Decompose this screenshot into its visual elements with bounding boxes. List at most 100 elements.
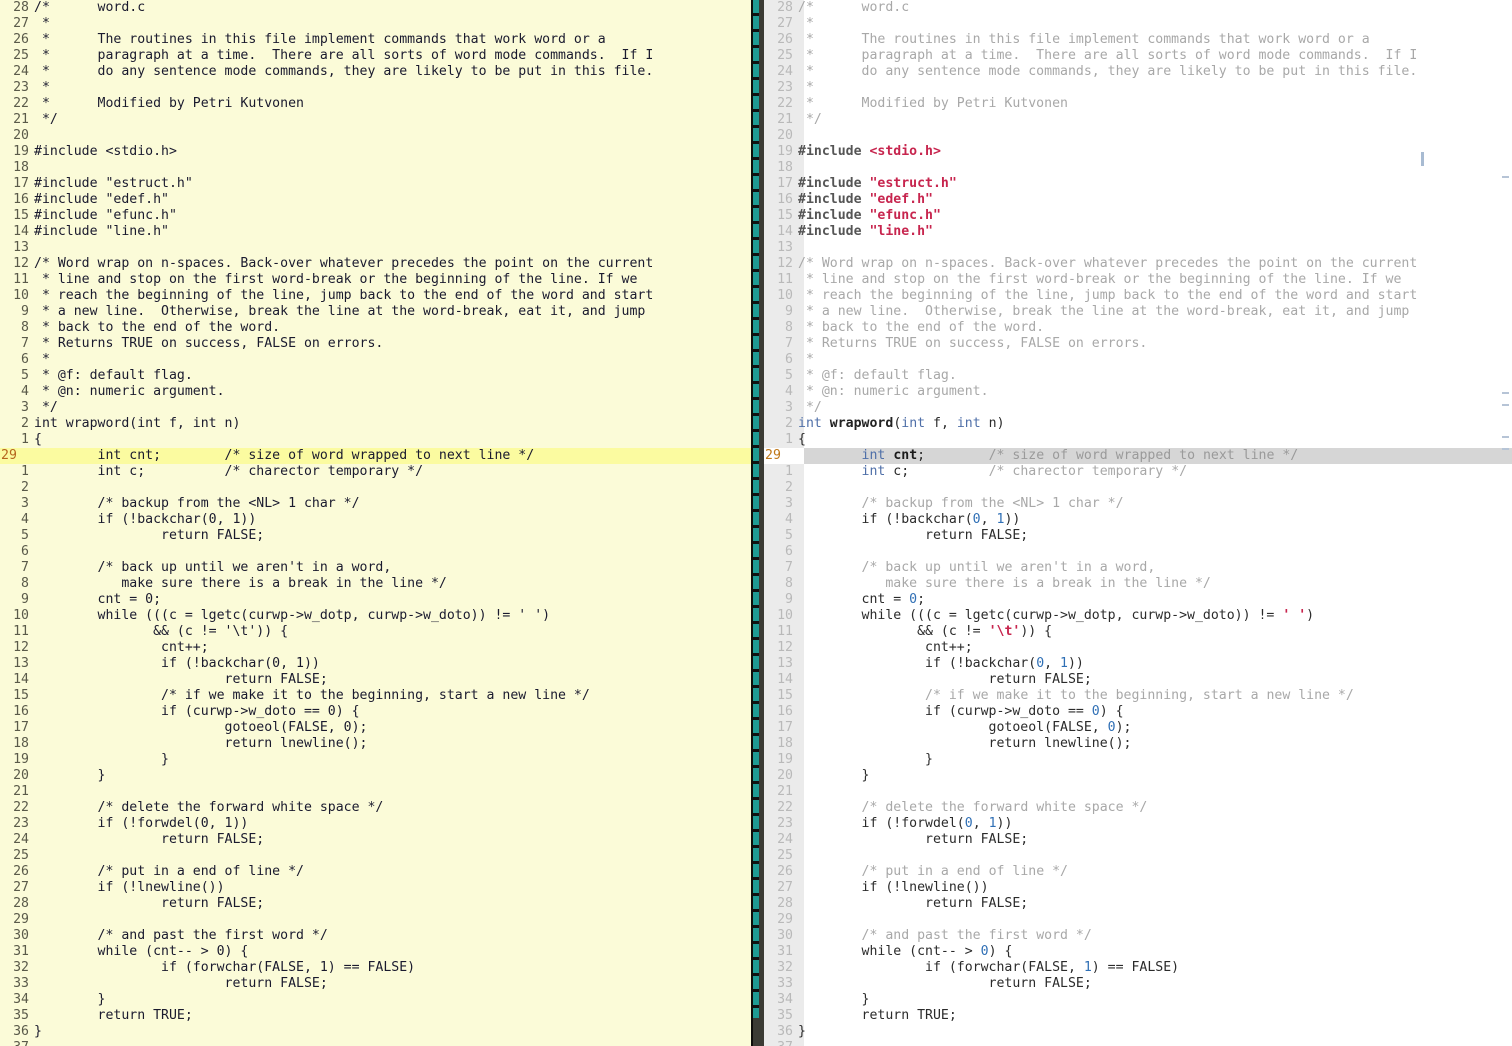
code-line[interactable]: 22 * Modified by Petri Kutvonen bbox=[0, 96, 751, 112]
code-line[interactable]: 9 cnt = 0; bbox=[764, 592, 1512, 608]
code-line[interactable]: 19 } bbox=[0, 752, 751, 768]
code-line[interactable]: 21 */ bbox=[0, 112, 751, 128]
code-line[interactable]: 10 while (((c = lgetc(curwp->w_dotp, cur… bbox=[764, 608, 1512, 624]
code-line[interactable]: 31 while (cnt-- > 0) { bbox=[0, 944, 751, 960]
code-line[interactable]: 25 bbox=[0, 848, 751, 864]
code-line[interactable]: 23 if (!forwdel(0, 1)) bbox=[764, 816, 1512, 832]
code-line[interactable]: 8 * back to the end of the word. bbox=[0, 320, 751, 336]
code-line[interactable]: 10 * reach the beginning of the line, ju… bbox=[0, 288, 751, 304]
code-line[interactable]: 12 cnt++; bbox=[0, 640, 751, 656]
code-line[interactable]: 35 return TRUE; bbox=[0, 1008, 751, 1024]
code-line[interactable]: 1{ bbox=[764, 432, 1512, 448]
code-line[interactable]: 20 bbox=[0, 128, 751, 144]
plain-text-pane[interactable]: 28/* word.c 27 * 26 * The routines in this… bbox=[0, 0, 751, 1046]
code-line[interactable]: 3 /* backup from the <NL> 1 char */ bbox=[0, 496, 751, 512]
code-line[interactable]: 4 if (!backchar(0, 1)) bbox=[0, 512, 751, 528]
code-line[interactable]: 6 bbox=[764, 544, 1512, 560]
code-line[interactable]: 12 /* Word wrap on n-spaces. Back-over wh… bbox=[764, 256, 1512, 272]
code-line[interactable]: 20 } bbox=[764, 768, 1512, 784]
code-line[interactable]: 34 } bbox=[764, 992, 1512, 1008]
code-line[interactable]: 8 make sure there is a break in the line… bbox=[0, 576, 751, 592]
code-line[interactable]: 25 * paragraph at a time. There are all … bbox=[764, 48, 1512, 64]
code-line[interactable]: 19 #include <stdio.h> bbox=[0, 144, 751, 160]
code-line[interactable]: 28 return FALSE; bbox=[764, 896, 1512, 912]
code-line[interactable]: 28 return FALSE; bbox=[0, 896, 751, 912]
code-line[interactable]: 35 return TRUE; bbox=[764, 1008, 1512, 1024]
code-line[interactable]: 16 #include "edef.h" bbox=[764, 192, 1512, 208]
code-line-current[interactable]: 29 int cnt; /* size of word wrapped to n… bbox=[0, 448, 751, 464]
code-line[interactable]: 36} bbox=[0, 1024, 751, 1040]
code-line[interactable]: 1 int c; /* charector temporary */ bbox=[0, 464, 751, 480]
code-line[interactable]: 18 return lnewline(); bbox=[764, 736, 1512, 752]
code-line[interactable]: 22 /* delete the forward white space */ bbox=[0, 800, 751, 816]
code-line[interactable]: 28 /* word.c bbox=[764, 0, 1512, 16]
code-line-current[interactable]: 29 int cnt; /* size of word wrapped to n… bbox=[764, 448, 1512, 464]
code-line[interactable]: 37 bbox=[0, 1040, 751, 1046]
code-line[interactable]: 14 return FALSE; bbox=[0, 672, 751, 688]
left-code-area[interactable]: 28/* word.c 27 * 26 * The routines in this… bbox=[0, 0, 751, 1046]
code-line[interactable]: 23 * bbox=[764, 80, 1512, 96]
code-line[interactable]: 5 return FALSE; bbox=[0, 528, 751, 544]
code-line[interactable]: 13 if (!backchar(0, 1)) bbox=[764, 656, 1512, 672]
code-line[interactable]: 12 /* Word wrap on n-spaces. Back-over wh… bbox=[0, 256, 751, 272]
code-line[interactable]: 2 bbox=[764, 480, 1512, 496]
code-line[interactable]: 31 while (cnt-- > 0) { bbox=[764, 944, 1512, 960]
code-line[interactable]: 27 * bbox=[764, 16, 1512, 32]
code-line[interactable]: 2 int wrapword(int f, int n) bbox=[764, 416, 1512, 432]
code-line[interactable]: 32 if (forwchar(FALSE, 1) == FALSE) bbox=[0, 960, 751, 976]
code-line[interactable]: 3 /* backup from the <NL> 1 char */ bbox=[764, 496, 1512, 512]
code-line[interactable]: 17 gotoeol(FALSE, 0); bbox=[0, 720, 751, 736]
code-line[interactable]: 13 bbox=[764, 240, 1512, 256]
code-line[interactable]: 21 bbox=[0, 784, 751, 800]
code-line[interactable]: 27 if (!lnewline()) bbox=[764, 880, 1512, 896]
code-line[interactable]: 16 if (curwp->w_doto == 0) { bbox=[764, 704, 1512, 720]
code-line[interactable]: 16 if (curwp->w_doto == 0) { bbox=[0, 704, 751, 720]
code-line[interactable]: 20 bbox=[764, 128, 1512, 144]
code-line[interactable]: 3 */ bbox=[764, 400, 1512, 416]
code-line[interactable]: 25 bbox=[764, 848, 1512, 864]
code-line[interactable]: 28 /* word.c bbox=[0, 0, 751, 16]
code-line[interactable]: 15 /* if we make it to the beginning, st… bbox=[0, 688, 751, 704]
code-line[interactable]: 17 gotoeol(FALSE, 0); bbox=[764, 720, 1512, 736]
code-line[interactable]: 27 if (!lnewline()) bbox=[0, 880, 751, 896]
code-line[interactable]: 15 #include "efunc.h" bbox=[0, 208, 751, 224]
code-line[interactable]: 7 * Returns TRUE on success, FALSE on er… bbox=[764, 336, 1512, 352]
code-line[interactable]: 29 bbox=[0, 912, 751, 928]
code-line[interactable]: 9 cnt = 0; bbox=[0, 592, 751, 608]
code-line[interactable]: 22 * Modified by Petri Kutvonen bbox=[764, 96, 1512, 112]
code-line[interactable]: 21 */ bbox=[764, 112, 1512, 128]
code-line[interactable]: 9 * a new line. Otherwise, break the lin… bbox=[0, 304, 751, 320]
code-line[interactable]: 7 /* back up until we aren't in a word, bbox=[0, 560, 751, 576]
code-line[interactable]: 1{ bbox=[0, 432, 751, 448]
code-line[interactable]: 13 bbox=[0, 240, 751, 256]
code-line[interactable]: 30 /* and past the first word */ bbox=[0, 928, 751, 944]
code-line[interactable]: 21 bbox=[764, 784, 1512, 800]
code-line[interactable]: 20 } bbox=[0, 768, 751, 784]
code-line[interactable]: 16 #include "edef.h" bbox=[0, 192, 751, 208]
code-line[interactable]: 26 /* put in a end of line */ bbox=[764, 864, 1512, 880]
vertical-scrollbar[interactable] bbox=[751, 0, 764, 1046]
code-line[interactable]: 33 return FALSE; bbox=[0, 976, 751, 992]
code-line[interactable]: 8 make sure there is a break in the line… bbox=[764, 576, 1512, 592]
code-line[interactable]: 12 cnt++; bbox=[764, 640, 1512, 656]
code-line[interactable]: 26 * The routines in this file implement… bbox=[764, 32, 1512, 48]
code-line[interactable]: 27 * bbox=[0, 16, 751, 32]
code-line[interactable]: 24 return FALSE; bbox=[764, 832, 1512, 848]
code-line[interactable]: 5 return FALSE; bbox=[764, 528, 1512, 544]
right-code-area[interactable]: 28/* word.c 27 * 26 * The routines in this… bbox=[764, 0, 1512, 1046]
code-line[interactable]: 24 * do any sentence mode commands, they… bbox=[764, 64, 1512, 80]
code-line[interactable]: 10 * reach the beginning of the line, ju… bbox=[764, 288, 1512, 304]
code-line[interactable]: 10 while (((c = lgetc(curwp->w_dotp, cur… bbox=[0, 608, 751, 624]
code-line[interactable]: 18 bbox=[0, 160, 751, 176]
code-line[interactable]: 14 #include "line.h" bbox=[764, 224, 1512, 240]
code-line[interactable]: 18 bbox=[764, 160, 1512, 176]
code-line[interactable]: 37 bbox=[764, 1040, 1512, 1046]
code-line[interactable]: 17 #include "estruct.h" bbox=[0, 176, 751, 192]
code-line[interactable]: 32 if (forwchar(FALSE, 1) == FALSE) bbox=[764, 960, 1512, 976]
code-line[interactable]: 23 * bbox=[0, 80, 751, 96]
code-line[interactable]: 4 * @n: numeric argument. bbox=[764, 384, 1512, 400]
code-line[interactable]: 33 return FALSE; bbox=[764, 976, 1512, 992]
code-line[interactable]: 6 * bbox=[764, 352, 1512, 368]
code-line[interactable]: 14 return FALSE; bbox=[764, 672, 1512, 688]
code-line[interactable]: 9 * a new line. Otherwise, break the lin… bbox=[764, 304, 1512, 320]
